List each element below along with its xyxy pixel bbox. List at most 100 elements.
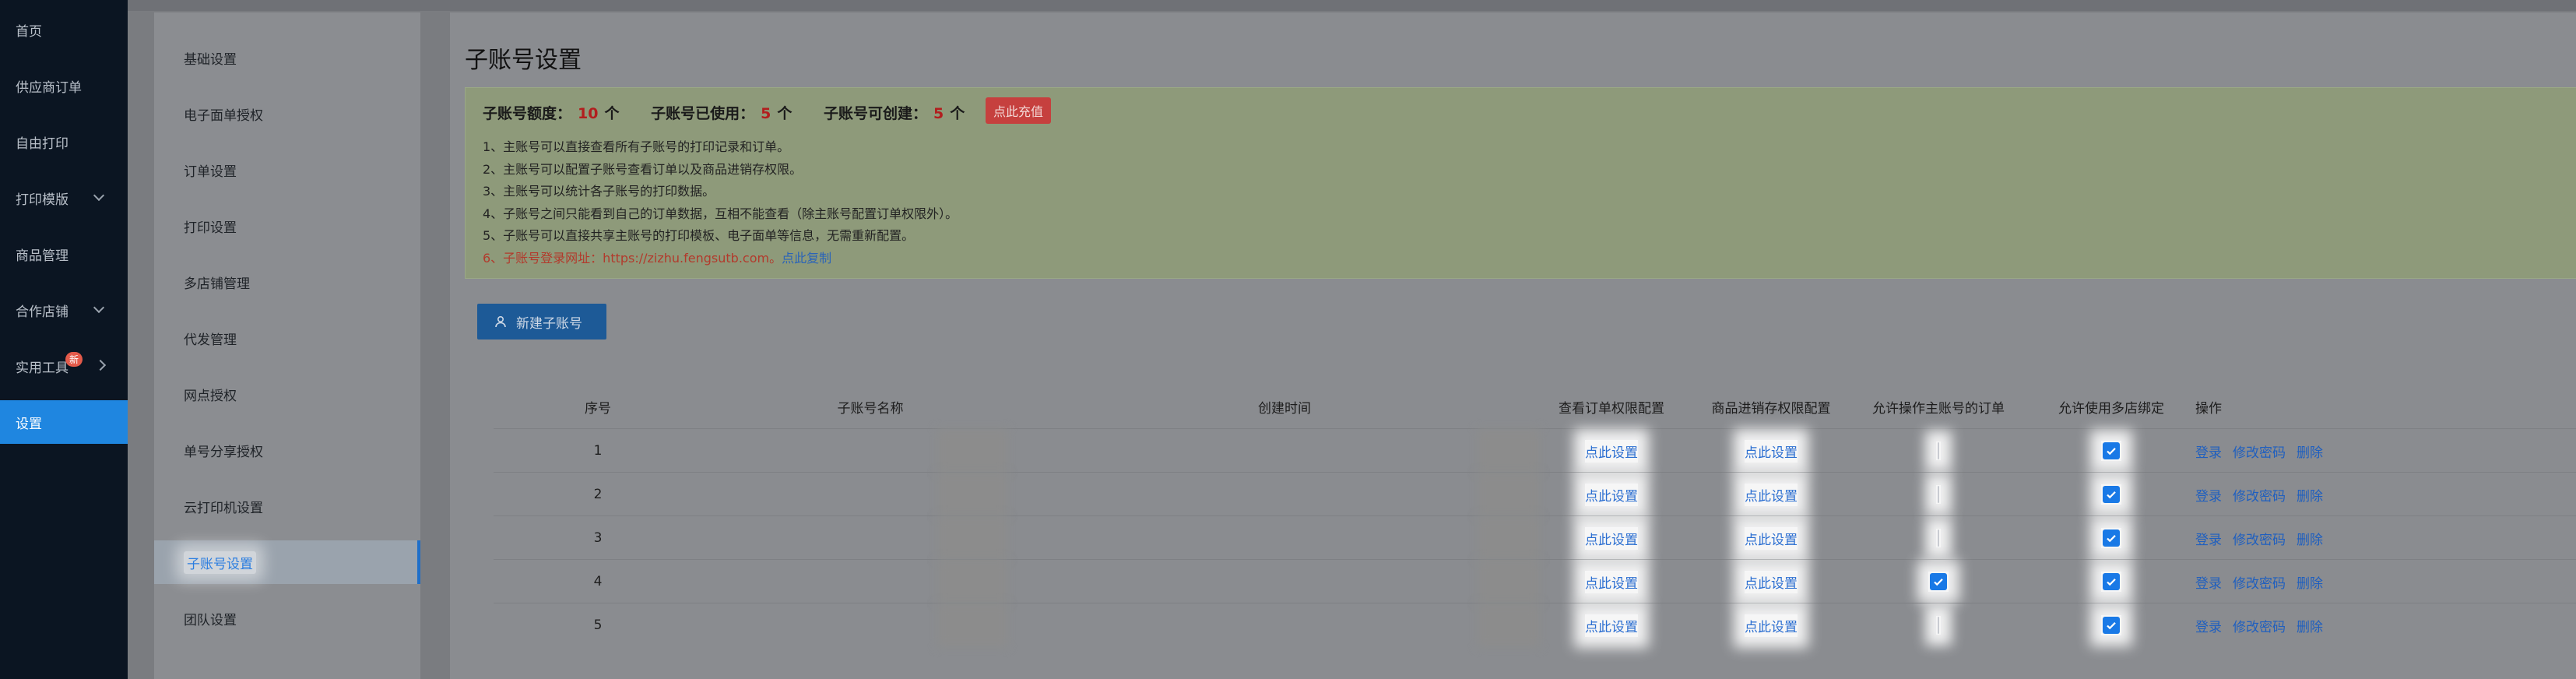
allow-multi-checkbox[interactable] (2103, 573, 2120, 590)
copy-link[interactable]: 点此复制 (782, 251, 831, 266)
menu-tracking-share[interactable]: 单号分享授权 (154, 428, 420, 472)
change-password-link[interactable]: 修改密码 (2233, 485, 2286, 505)
quota-total-value: 10 (578, 105, 599, 122)
tip-item-login-url: 6、子账号登录网址：https://zizhu.fengsutb.com。点此复… (483, 248, 958, 270)
name-redacted (937, 516, 1007, 560)
allow-multi-checkbox[interactable] (2103, 486, 2120, 503)
recharge-button[interactable]: 点此充值 (986, 97, 1052, 124)
nav-item-settings[interactable]: 设置 (0, 400, 128, 444)
order-perm-link[interactable]: 点此设置 (1585, 483, 1638, 506)
menu-order[interactable]: 订单设置 (154, 148, 420, 192)
check-icon (2107, 579, 2116, 586)
order-perm-link[interactable]: 点此设置 (1585, 439, 1638, 463)
order-perm-link[interactable]: 点此设置 (1585, 526, 1638, 550)
quota-used-value: 5 (761, 105, 771, 122)
allow-main-cell (1850, 429, 2027, 473)
inv-perm-cell: 点此设置 (1692, 603, 1850, 647)
allow-main-checkbox[interactable] (1938, 486, 1939, 503)
allow-multi-cell (2027, 603, 2195, 647)
check-icon (2107, 448, 2116, 456)
inv-perm-link[interactable]: 点此设置 (1745, 526, 1798, 550)
change-password-link[interactable]: 修改密码 (2233, 572, 2286, 592)
menu-print[interactable]: 打印设置 (154, 204, 420, 248)
allow-main-checkbox-wrap (1936, 442, 1941, 460)
ops-cell: 登录 修改密码 删除 (2195, 473, 2576, 516)
allow-multi-checkbox[interactable] (2103, 617, 2120, 634)
quota-total-label: 子账号额度： (483, 105, 572, 122)
menu-label: 网点授权 (184, 388, 237, 404)
login-link[interactable]: 登录 (2195, 442, 2222, 461)
allow-main-checkbox[interactable] (1930, 573, 1947, 590)
allow-main-checkbox-wrap (1936, 616, 1941, 635)
order-perm-link[interactable]: 点此设置 (1585, 614, 1638, 637)
nav-item-supplier-orders[interactable]: 供应商订单 (0, 64, 128, 107)
inv-perm-link[interactable]: 点此设置 (1745, 614, 1798, 637)
menu-sub-accounts[interactable]: 子账号设置 (154, 540, 420, 584)
table-header: 序号 子账号名称 创建时间 查看订单权限配置 商品进销存权限配置 允许操作主账号… (494, 385, 2576, 428)
menu-cloud-printer[interactable]: 云打印机设置 (154, 484, 420, 528)
create-button-label: 新建子账号 (516, 315, 582, 332)
delete-link[interactable]: 删除 (2297, 442, 2323, 461)
delete-link[interactable]: 删除 (2297, 485, 2323, 505)
header-allow-multi: 允许使用多店绑定 (2058, 400, 2164, 417)
inv-perm-link[interactable]: 点此设置 (1745, 439, 1798, 463)
allow-main-checkbox[interactable] (1938, 617, 1939, 634)
login-link[interactable]: 登录 (2195, 529, 2222, 548)
menu-branch-auth[interactable]: 网点授权 (154, 372, 420, 416)
nav-item-home[interactable]: 首页 (0, 8, 128, 51)
inv-perm-cell: 点此设置 (1692, 516, 1850, 560)
nav-item-print-template[interactable]: 打印模版 (0, 176, 128, 220)
nav-label: 打印模版 (16, 192, 69, 208)
menu-label: 电子面单授权 (184, 107, 263, 124)
menu-label: 基础设置 (184, 51, 237, 68)
menu-label: 多店铺管理 (184, 276, 250, 292)
menu-team[interactable]: 团队设置 (154, 596, 420, 640)
row-no: 1 (593, 443, 603, 459)
chevron-down-icon (93, 189, 105, 202)
inv-perm-link[interactable]: 点此设置 (1745, 570, 1798, 593)
create-sub-account-button[interactable]: 新建子账号 (477, 304, 606, 340)
quota-total: 子账号额度： 10 个 (483, 105, 619, 122)
nav-item-products[interactable]: 商品管理 (0, 232, 128, 276)
row-no: 5 (593, 617, 603, 633)
row-no: 4 (593, 574, 603, 589)
allow-main-checkbox[interactable] (1938, 442, 1939, 459)
top-strip (128, 0, 2576, 11)
login-link[interactable]: 登录 (2195, 572, 2222, 592)
allow-multi-checkbox[interactable] (2103, 529, 2120, 547)
change-password-link[interactable]: 修改密码 (2233, 442, 2286, 461)
delete-link[interactable]: 删除 (2297, 572, 2323, 592)
menu-dropship[interactable]: 代发管理 (154, 316, 420, 360)
quota-line: 子账号额度： 10 个 子账号已使用： 5 个 子账号可创建： 5 个 (483, 102, 991, 123)
login-link[interactable]: 登录 (2195, 485, 2222, 505)
menu-label: 单号分享授权 (184, 444, 263, 460)
name-redacted (937, 473, 1007, 516)
menu-multi-shop[interactable]: 多店铺管理 (154, 260, 420, 304)
ops-cell: 登录 修改密码 删除 (2195, 603, 2576, 647)
order-perm-link[interactable]: 点此设置 (1585, 570, 1638, 593)
menu-e-waybill[interactable]: 电子面单授权 (154, 92, 420, 135)
nav-item-partner-shops[interactable]: 合作店铺 (0, 288, 128, 332)
change-password-link[interactable]: 修改密码 (2233, 616, 2286, 635)
row-no: 2 (593, 487, 603, 502)
quota-used: 子账号已使用： 5 个 (651, 105, 792, 122)
menu-label: 订单设置 (184, 164, 237, 180)
nav-item-free-print[interactable]: 自由打印 (0, 120, 128, 164)
allow-multi-cell (2027, 516, 2195, 560)
header-order-perm: 查看订单权限配置 (1559, 400, 1664, 417)
page-title: 子账号设置 (465, 47, 582, 74)
menu-basic[interactable]: 基础设置 (154, 36, 420, 79)
tip-item: 4、子账号之间只能看到自己的订单数据，互相不能查看（除主账号配置订单权限外）。 (483, 206, 958, 221)
menu-label: 代发管理 (184, 332, 237, 348)
allow-main-checkbox-wrap (1936, 485, 1941, 504)
nav-item-tools[interactable]: 实用工具新 (0, 344, 128, 388)
allow-main-checkbox[interactable] (1938, 529, 1939, 547)
inv-perm-link[interactable]: 点此设置 (1745, 483, 1798, 506)
delete-link[interactable]: 删除 (2297, 616, 2323, 635)
quota-used-label: 子账号已使用： (651, 105, 755, 122)
allow-multi-checkbox[interactable] (2103, 442, 2120, 459)
delete-link[interactable]: 删除 (2297, 529, 2323, 548)
login-link[interactable]: 登录 (2195, 616, 2222, 635)
change-password-link[interactable]: 修改密码 (2233, 529, 2286, 548)
allow-multi-checkbox-wrap (2101, 528, 2121, 548)
